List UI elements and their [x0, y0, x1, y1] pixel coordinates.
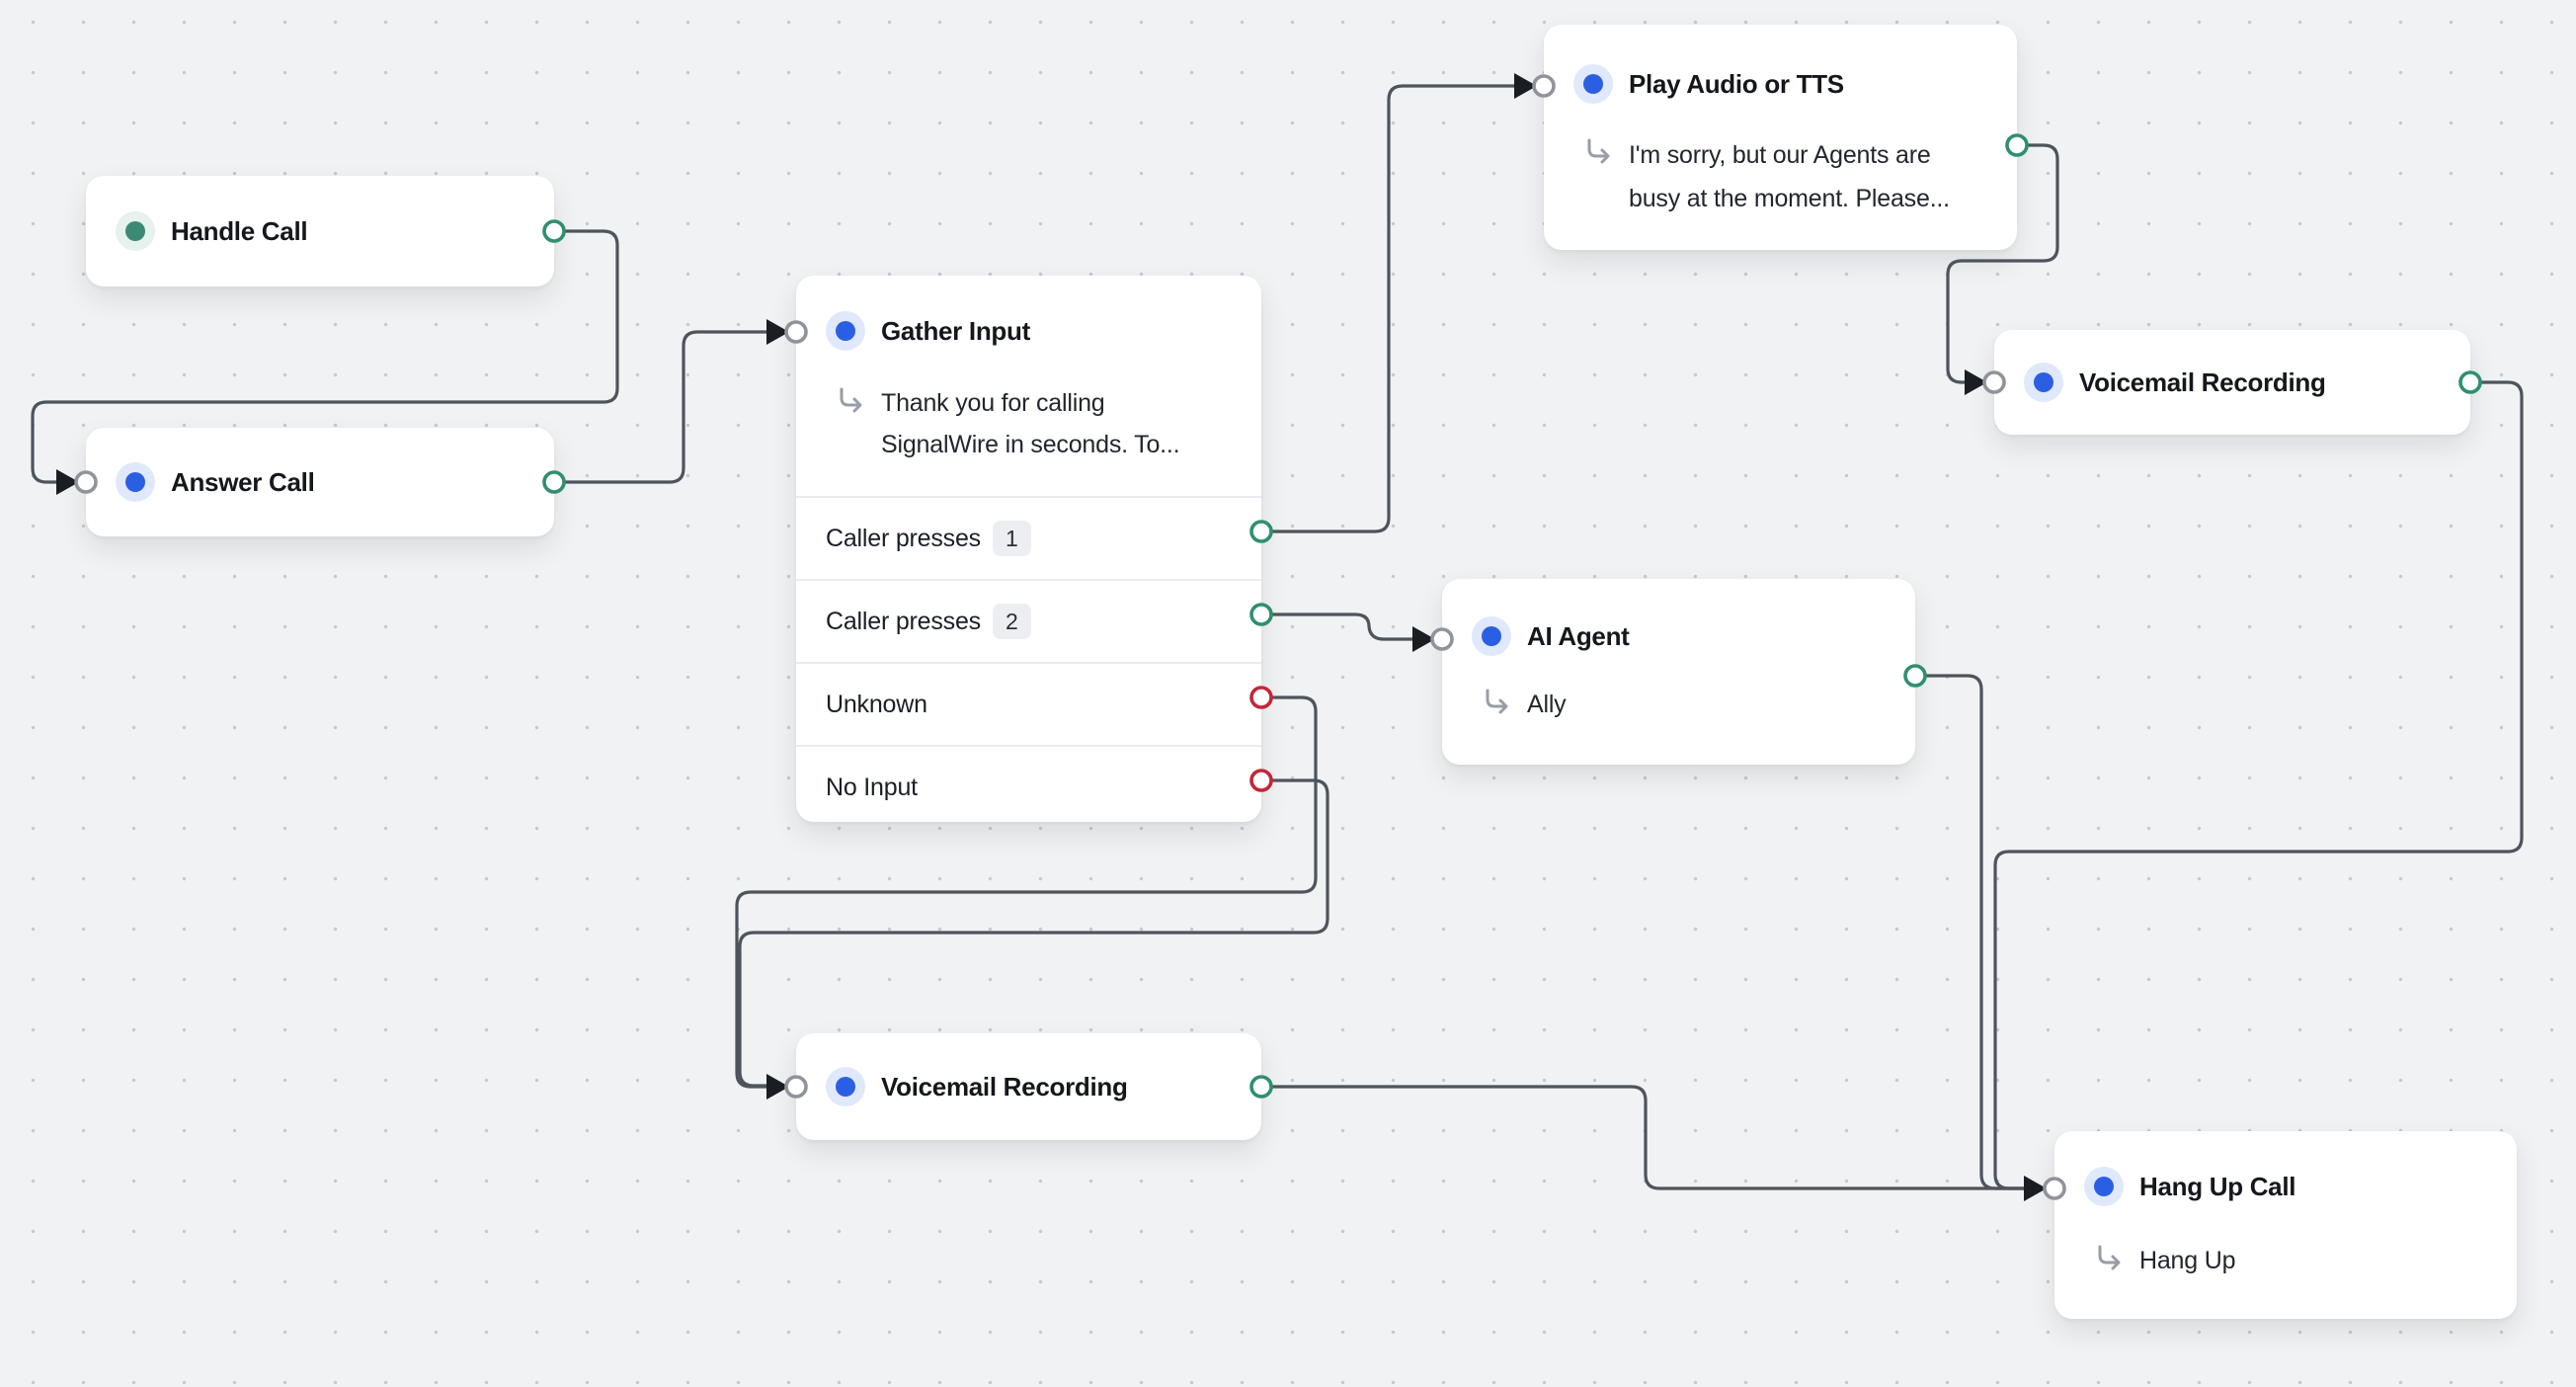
agent-name: Ally: [1527, 684, 1566, 725]
output-port-unknown[interactable]: [1251, 688, 1271, 707]
output-port-caller-presses-2[interactable]: [1251, 605, 1271, 624]
node-type-halo: [2084, 1167, 2124, 1206]
node-title: Play Audio or TTS: [1629, 69, 1844, 100]
node-play-audio-tts[interactable]: Play Audio or TTS I'm sorry, but our Age…: [1544, 25, 2017, 250]
input-port-ai-agent[interactable]: [1432, 629, 1452, 649]
input-port-gather-input[interactable]: [786, 322, 806, 342]
output-port-voicemail-right[interactable]: [2460, 372, 2480, 392]
action-node-dot-icon: [1482, 626, 1501, 646]
dtmf-badge: 1: [993, 521, 1031, 556]
node-voicemail-recording-bottom[interactable]: Voicemail Recording: [796, 1033, 1261, 1140]
node-gather-input[interactable]: Gather Input Thank you for callingSignal…: [796, 276, 1261, 822]
node-handle-call[interactable]: Handle Call: [86, 176, 554, 286]
node-hang-up-call[interactable]: Hang Up Call Hang Up: [2054, 1131, 2517, 1319]
edge-answer-to-gather[interactable]: [564, 332, 767, 482]
prompt-arrow-icon: [1583, 137, 1613, 167]
action-node-dot-icon: [2094, 1177, 2114, 1196]
input-port-play-audio-tts[interactable]: [1534, 76, 1554, 96]
edge-ai-agent-to-hangup[interactable]: [1925, 676, 2025, 1188]
prompt-arrow-icon: [1482, 688, 1511, 717]
hangup-action-text: Hang Up: [2139, 1240, 2235, 1281]
flow-canvas[interactable]: { "app": { "description_colors": { "canv…: [0, 0, 2576, 1387]
output-row-unknown[interactable]: Unknown: [796, 662, 1261, 745]
node-title: AI Agent: [1527, 621, 1630, 652]
edge-voicemail-bottom-to-hangup[interactable]: [1271, 1087, 2025, 1188]
node-type-halo: [116, 462, 155, 502]
output-port-play-audio-tts[interactable]: [2007, 135, 2027, 155]
output-port-ai-agent[interactable]: [1905, 666, 1925, 686]
action-node-dot-icon: [836, 321, 855, 341]
output-row-caller-presses-2[interactable]: Caller presses2: [796, 579, 1261, 662]
edge-press2-to-ai-agent[interactable]: [1271, 614, 1413, 639]
node-type-halo: [116, 211, 155, 251]
output-row-caller-presses-1[interactable]: Caller presses1: [796, 498, 1261, 579]
output-row-no-input[interactable]: No Input: [796, 745, 1261, 828]
node-voicemail-recording-right[interactable]: Voicemail Recording: [1994, 330, 2470, 435]
node-answer-call[interactable]: Answer Call: [86, 428, 554, 536]
node-title: Handle Call: [171, 216, 307, 247]
node-type-halo: [826, 1067, 865, 1106]
node-title: Gather Input: [881, 316, 1030, 347]
action-node-dot-icon: [2034, 372, 2053, 392]
node-title: Hang Up Call: [2139, 1172, 2295, 1202]
node-type-halo: [826, 311, 865, 351]
node-type-halo: [2024, 363, 2063, 402]
action-node-dot-icon: [836, 1077, 855, 1097]
node-type-halo: [1472, 616, 1511, 656]
output-port-handle-call[interactable]: [544, 221, 564, 241]
node-ai-agent[interactable]: AI Agent Ally: [1442, 579, 1915, 765]
node-title: Voicemail Recording: [881, 1072, 1128, 1102]
output-port-voicemail-bottom[interactable]: [1251, 1077, 1271, 1097]
output-port-caller-presses-1[interactable]: [1251, 522, 1271, 541]
edge-press1-to-play-audio[interactable]: [1271, 86, 1515, 531]
prompt-text: Thank you for callingSignalWire in secon…: [881, 382, 1179, 465]
input-port-hang-up-call[interactable]: [2045, 1179, 2064, 1198]
dtmf-badge: 2: [993, 604, 1031, 639]
edge-voicemail-right-to-hangup[interactable]: [1995, 382, 2522, 1188]
action-node-dot-icon: [125, 472, 145, 492]
action-node-dot-icon: [1583, 74, 1603, 94]
prompt-text: I'm sorry, but our Agents arebusy at the…: [1629, 133, 1950, 220]
start-node-dot-icon: [125, 221, 145, 241]
prompt-arrow-icon: [836, 386, 865, 416]
node-type-halo: [1573, 64, 1613, 104]
output-port-answer-call[interactable]: [544, 472, 564, 492]
node-title: Voicemail Recording: [2079, 367, 2326, 398]
input-port-voicemail-bottom[interactable]: [786, 1077, 806, 1097]
output-port-no-input[interactable]: [1251, 771, 1271, 790]
node-title: Answer Call: [171, 467, 315, 498]
input-port-answer-call[interactable]: [76, 472, 96, 492]
input-port-voicemail-right[interactable]: [1984, 372, 2004, 392]
prompt-arrow-icon: [2094, 1244, 2124, 1273]
